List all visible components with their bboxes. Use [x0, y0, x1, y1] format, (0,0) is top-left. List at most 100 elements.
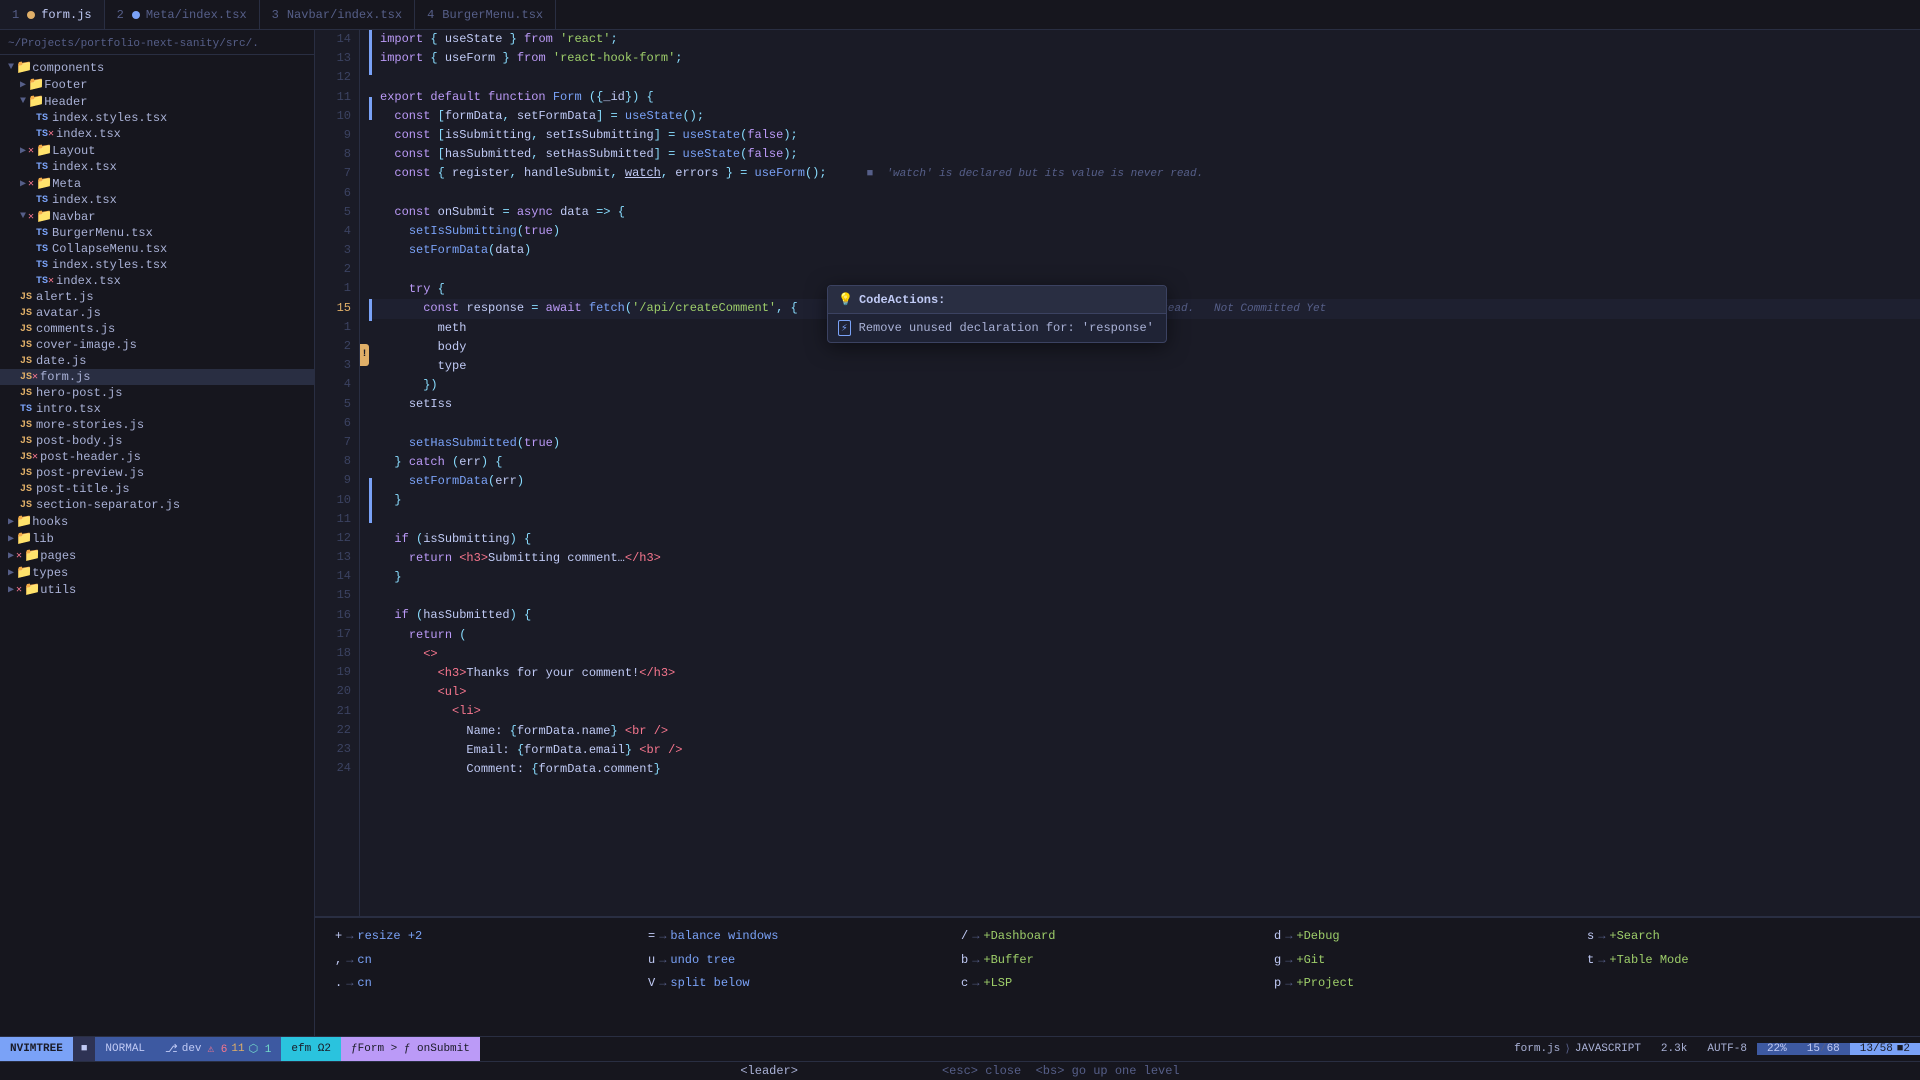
shortcut-key: /: [961, 926, 968, 948]
tree-item-hero-post[interactable]: JS hero-post.js: [0, 385, 314, 401]
tree-item-section-separator[interactable]: JS section-separator.js: [0, 497, 314, 513]
tree-item-pages[interactable]: ▶ ✕ 📁 pages: [0, 547, 314, 564]
code-text: [372, 261, 1920, 280]
tree-label: BurgerMenu.tsx: [52, 226, 153, 240]
chevron-icon: ▶: [20, 145, 26, 157]
tree-label: utils: [40, 583, 76, 597]
tab-form-js[interactable]: 1 form.js: [0, 0, 105, 29]
code-line: <li>: [372, 702, 1920, 721]
ln: 15: [323, 586, 351, 605]
tree-item-collapsemenu[interactable]: TS CollapseMenu.tsx: [0, 241, 314, 257]
tree-item-meta[interactable]: ▶ ✕ 📁 Meta: [0, 175, 314, 192]
code-text: const onSubmit = async data => {: [372, 203, 1920, 222]
tab-navbar-index[interactable]: 3 Navbar/index.tsx: [260, 0, 415, 29]
status-sep: ⟩: [1564, 1042, 1571, 1056]
tree-item-burgermenu[interactable]: TS BurgerMenu.tsx: [0, 225, 314, 241]
ln: 22: [323, 721, 351, 740]
arrow-icon: →: [659, 973, 666, 995]
tree-label: avatar.js: [36, 306, 101, 320]
tree-item-layout[interactable]: ▶ ✕ 📁 Layout: [0, 142, 314, 159]
chevron-icon: ▶: [20, 178, 26, 190]
status-pos-total: 68: [1827, 1043, 1840, 1055]
tree-item-post-preview[interactable]: JS post-preview.js: [0, 465, 314, 481]
code-line: [372, 68, 1920, 87]
tree-item-index-styles-tsx[interactable]: TS index.styles.tsx: [0, 110, 314, 126]
tab-meta-index[interactable]: 2 Meta/index.tsx: [105, 0, 260, 29]
file-type-icon: JS: [20, 420, 32, 431]
code-text: setIss: [372, 395, 1920, 414]
tree-item-navbar-index[interactable]: TS ✕ index.tsx: [0, 273, 314, 289]
ln: 6: [323, 184, 351, 203]
tree-item-meta-index[interactable]: TS index.tsx: [0, 192, 314, 208]
file-type-icon: JS: [20, 308, 32, 319]
error-icon: ✕: [32, 371, 38, 383]
tree-item-components[interactable]: ▼ 📁 components: [0, 59, 314, 76]
tree-item-footer[interactable]: ▶ 📁 Footer: [0, 76, 314, 93]
error-icon: ✕: [48, 275, 54, 287]
tree-item-cover-image[interactable]: JS cover-image.js: [0, 337, 314, 353]
code-text: [372, 184, 1920, 203]
status-pos-sep: /: [1820, 1043, 1827, 1055]
tree-item-post-title[interactable]: JS post-title.js: [0, 481, 314, 497]
shortcut-key: u: [648, 950, 655, 972]
status-col-sep: /: [1873, 1043, 1880, 1055]
tree-item-alert[interactable]: JS alert.js: [0, 289, 314, 305]
shortcut-item: p → +Project: [1274, 973, 1587, 995]
tree-item-post-body[interactable]: JS post-body.js: [0, 433, 314, 449]
tree-item-navbar[interactable]: ▼ ✕ 📁 Navbar: [0, 208, 314, 225]
tree-item-index-tsx-header[interactable]: TS ✕ index.tsx: [0, 126, 314, 142]
tree-item-header[interactable]: ▼ 📁 Header: [0, 93, 314, 110]
tree-item-comments[interactable]: JS comments.js: [0, 321, 314, 337]
ln: 18: [323, 644, 351, 663]
tree-item-lib[interactable]: ▶ 📁 lib: [0, 530, 314, 547]
shortcut-item: g → +Git: [1274, 950, 1587, 972]
status-encoding-val: UTF-8: [1714, 1043, 1747, 1055]
status-bar: NVIMTREE ■ NORMAL ⎇ dev ⚠ 6 11 ⬡ 1 efm Ω…: [0, 1036, 1920, 1061]
tab-burgermenu[interactable]: 4 BurgerMenu.tsx: [415, 0, 556, 29]
tree-item-intro[interactable]: TS intro.tsx: [0, 401, 314, 417]
tree-item-hooks[interactable]: ▶ 📁 hooks: [0, 513, 314, 530]
code-line: import { useState } from 'react';: [372, 30, 1920, 49]
tree-item-layout-index[interactable]: TS index.tsx: [0, 159, 314, 175]
code-text: const [isSubmitting, setIsSubmitting] = …: [372, 126, 1920, 145]
shortcut-item: u → undo tree: [648, 950, 961, 972]
editor-content: 14 13 12 11 10 9 8 7 6 5 4 3 2 1 15 1 2 …: [315, 30, 1920, 916]
code-line: }): [372, 376, 1920, 395]
status-size-label: 2.3k: [1661, 1043, 1687, 1055]
tree-item-avatar[interactable]: JS avatar.js: [0, 305, 314, 321]
code-text: setFormData(err): [372, 472, 1920, 491]
editor-area: 14 13 12 11 10 9 8 7 6 5 4 3 2 1 15 1 2 …: [315, 30, 1920, 1036]
tab-bar: 1 form.js 2 Meta/index.tsx 3 Navbar/inde…: [0, 0, 1920, 30]
tree-label: hooks: [32, 515, 68, 529]
tree-item-utils[interactable]: ▶ ✕ 📁 utils: [0, 581, 314, 598]
tree-item-post-header[interactable]: JS ✕ post-header.js: [0, 449, 314, 465]
code-area[interactable]: import { useState } from 'react'; import…: [372, 30, 1920, 916]
tree-item-form[interactable]: JS ✕ form.js: [0, 369, 314, 385]
tree-item-types[interactable]: ▶ 📁 types: [0, 564, 314, 581]
file-type-icon: JS: [20, 292, 32, 303]
tree-item-more-stories[interactable]: JS more-stories.js: [0, 417, 314, 433]
fix-icon: ⚡: [838, 320, 851, 336]
status-normal-label: NORMAL: [105, 1043, 145, 1055]
tree-label: Footer: [44, 78, 87, 92]
ln: 20: [323, 682, 351, 701]
tree-label: more-stories.js: [36, 418, 144, 432]
folder-icon: 📁: [16, 514, 32, 529]
ln: 1: [323, 279, 351, 298]
error-icon: ✕: [28, 211, 34, 223]
code-line: setIsSubmitting(true): [372, 222, 1920, 241]
popup-action-item[interactable]: ⚡ Remove unused declaration for: 'respon…: [828, 314, 1166, 342]
tree-item-date[interactable]: JS date.js: [0, 353, 314, 369]
shortcuts-col-5: s → +Search t → +Table Mode: [1587, 926, 1900, 995]
ln: 7: [323, 164, 351, 183]
code-line: const onSubmit = async data => {: [372, 203, 1920, 222]
folder-icon: 📁: [28, 94, 44, 109]
shortcut-key: ,: [335, 950, 342, 972]
ln: 24: [323, 759, 351, 778]
shortcuts-col-3: / → +Dashboard b → +Buffer c → +LSP: [961, 926, 1274, 995]
tree-item-navbar-styles[interactable]: TS index.styles.tsx: [0, 257, 314, 273]
code-line: }: [372, 568, 1920, 587]
file-type-icon: TS: [36, 195, 48, 206]
shortcut-key: V: [648, 973, 655, 995]
code-text: }: [372, 568, 1920, 587]
